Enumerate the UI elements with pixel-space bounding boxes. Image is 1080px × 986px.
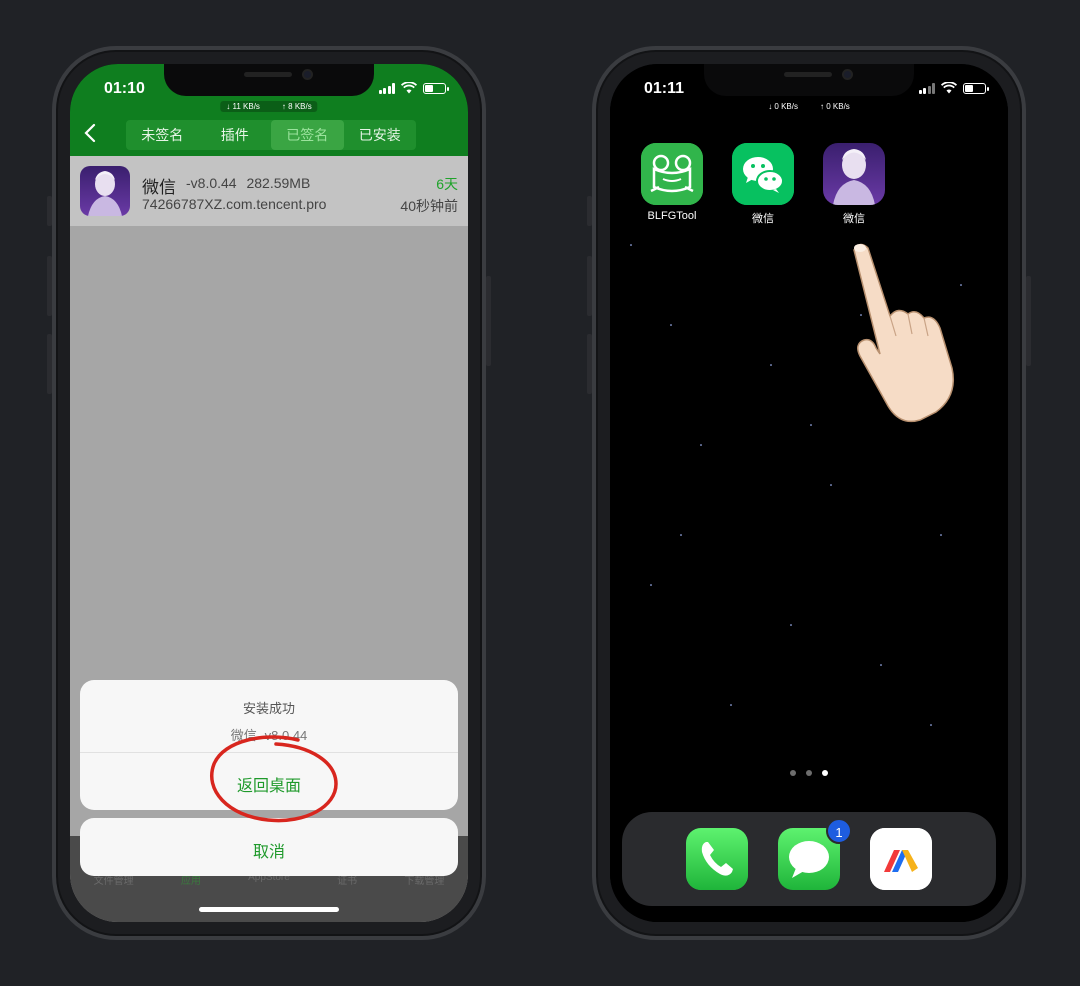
app-label: BLFGTool <box>647 210 697 222</box>
sheet-title: 安装成功 <box>242 701 295 716</box>
mute-switch <box>47 196 52 226</box>
notch <box>164 64 374 96</box>
app-wechat-resigned[interactable]: 微信 <box>823 143 885 226</box>
wifi-icon <box>941 82 957 94</box>
phone-icon <box>686 828 748 890</box>
download-speed: ↓ 0 KB/s <box>768 102 798 111</box>
mute-switch <box>587 196 592 226</box>
volume-down-button <box>587 334 592 394</box>
status-icons <box>918 82 989 94</box>
net-speed: ↓ 0 KB/s ↑ 0 KB/s <box>762 101 856 112</box>
app-name: 微信 <box>142 178 176 197</box>
page-dots[interactable] <box>790 770 828 776</box>
app-wechat[interactable]: 微信 <box>732 143 794 226</box>
pointing-hand-icon <box>853 243 954 423</box>
phone-right: 01:11 ↓ 0 KB/s ↑ 0 KB/s BLFGTool 微信 微信 1 <box>587 46 1031 940</box>
tab-plugins[interactable]: 插件 <box>199 120 272 150</box>
tab-installed[interactable]: 已安装 <box>344 120 417 150</box>
cellular-signal-icon <box>918 82 935 94</box>
dock-phone[interactable] <box>686 828 748 890</box>
app-blfgtool[interactable]: BLFGTool <box>641 143 703 222</box>
home-indicator <box>199 907 339 912</box>
volume-up-button <box>587 256 592 316</box>
status-icons <box>378 82 449 94</box>
dock: 1 <box>622 812 996 906</box>
status-time: 01:10 <box>104 80 145 97</box>
avatar-portrait-icon <box>80 166 130 216</box>
tab-unsigned[interactable]: 未签名 <box>126 120 199 150</box>
app-version-size: -v8.0.44 282.59MB <box>186 175 311 191</box>
power-button <box>1026 276 1031 366</box>
list-item[interactable]: 微信 -v8.0.44 282.59MB 74266787XZ.com.tenc… <box>70 156 468 226</box>
tabbar-appstore[interactable]: AppStore <box>248 872 290 922</box>
app-label: 微信 <box>752 213 774 225</box>
phone-left: 01:10 ↓ 11 KB/s ↑ 8 KB/s 未签名 插件 已签名 已安装 <box>47 46 491 940</box>
wechat-icon <box>732 143 794 205</box>
red-circle-annotation <box>210 735 338 823</box>
volume-down-button <box>47 334 52 394</box>
tabbar-files[interactable]: 文件管理 <box>94 872 134 922</box>
back-chevron-icon[interactable] <box>80 122 102 144</box>
dock-infuse[interactable] <box>870 828 932 890</box>
cellular-signal-icon <box>378 82 395 94</box>
signed-time: 40秒钟前 <box>400 198 458 214</box>
download-speed: ↓ 11 KB/s <box>226 102 260 111</box>
tab-signed[interactable]: 已签名 <box>271 120 344 150</box>
tabbar-certs[interactable]: 证书 <box>337 872 357 922</box>
volume-up-button <box>47 256 52 316</box>
right-screen: 01:11 ↓ 0 KB/s ↑ 0 KB/s BLFGTool 微信 微信 1 <box>610 64 1008 922</box>
segmented-tabs: 未签名 插件 已签名 已安装 <box>126 120 416 150</box>
stripes-logo-icon <box>870 828 932 890</box>
status-time: 01:11 <box>644 80 685 97</box>
notch <box>704 64 914 96</box>
battery-icon <box>423 82 449 94</box>
dock-messages[interactable]: 1 <box>778 818 852 890</box>
tabbar-downloads[interactable]: 下载管理 <box>404 872 444 922</box>
upload-speed: ↑ 8 KB/s <box>281 102 312 111</box>
bundle-id: 74266787XZ.com.tencent.pro <box>142 196 327 212</box>
frog-icon <box>641 143 703 205</box>
power-button <box>486 276 491 366</box>
page-dot <box>806 770 812 776</box>
unread-badge: 1 <box>826 818 852 844</box>
wifi-icon <box>401 82 417 94</box>
app-label: 微信 <box>843 213 865 225</box>
battery-icon <box>963 82 989 94</box>
tabbar-apps[interactable]: 应用 <box>181 872 201 922</box>
cert-days-left: 6天 <box>436 176 458 192</box>
left-screen: 01:10 ↓ 11 KB/s ↑ 8 KB/s 未签名 插件 已签名 已安装 <box>70 64 468 922</box>
cancel-button[interactable]: 取消 <box>80 838 458 862</box>
page-dot-active <box>822 770 828 776</box>
net-speed: ↓ 11 KB/s ↑ 8 KB/s <box>220 101 318 112</box>
avatar-portrait-icon <box>823 143 885 205</box>
upload-speed: ↑ 0 KB/s <box>820 102 850 111</box>
home-indicator <box>739 907 879 912</box>
page-dot <box>790 770 796 776</box>
